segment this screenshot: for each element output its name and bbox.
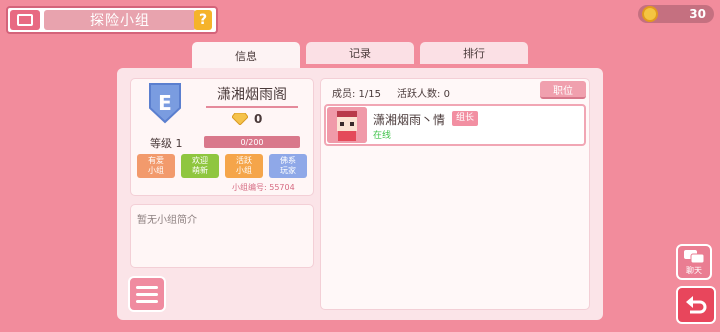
member-count: 成员: 1/15	[332, 89, 382, 100]
avatar	[327, 107, 367, 143]
clan-emblem-icon: E	[149, 83, 181, 124]
clan-intro-text: 暂无小组简介	[137, 215, 197, 226]
tab-ranking[interactable]: 排行	[420, 42, 528, 64]
svg-text:E: E	[158, 91, 172, 115]
menu-icon	[136, 285, 158, 289]
clan-home-icon[interactable]	[10, 10, 40, 30]
leader-badge: 组长	[452, 111, 479, 126]
tag-active: 活跃 小组	[225, 154, 263, 178]
coin-amount: 30	[689, 7, 706, 21]
menu-button[interactable]	[128, 276, 166, 312]
chat-icon	[684, 250, 705, 264]
coin-counter: 30	[638, 5, 714, 23]
tab-info[interactable]: 信息	[192, 42, 300, 70]
chat-button[interactable]: 聊天	[676, 244, 712, 280]
tag-friendly: 有爱 小组	[137, 154, 175, 178]
chat-label: 聊天	[686, 266, 702, 275]
active-count: 活跃人数: 0	[397, 89, 450, 100]
clan-title-bar: 探险小组 ?	[6, 6, 218, 34]
tab-records[interactable]: 记录	[306, 42, 414, 64]
clan-level: 等级 1	[150, 137, 183, 150]
online-status: 在线	[373, 131, 392, 141]
return-icon	[686, 296, 707, 314]
back-button[interactable]	[676, 286, 716, 324]
coin-icon	[642, 6, 658, 22]
tag-welcome-newbie: 欢迎 萌新	[181, 154, 219, 178]
clan-intro: 暂无小组简介	[130, 204, 314, 268]
clan-gems: 0	[232, 112, 262, 126]
gem-count: 0	[254, 112, 263, 126]
clan-name: 潇湘烟雨阁	[206, 84, 298, 108]
member-stats: 成员: 1/15 活跃人数: 0	[332, 85, 450, 100]
page-title: 探险小组	[44, 10, 196, 30]
clan-id: 小组编号: 55704	[232, 183, 295, 192]
tag-casual-player: 佛系 玩家	[269, 154, 307, 178]
exp-progress-bar: 0/200	[204, 136, 300, 148]
member-name: 潇湘烟雨丶情	[373, 113, 446, 127]
gem-icon	[232, 113, 248, 125]
help-button[interactable]: ?	[194, 10, 212, 30]
role-button[interactable]: 职位	[540, 81, 586, 99]
